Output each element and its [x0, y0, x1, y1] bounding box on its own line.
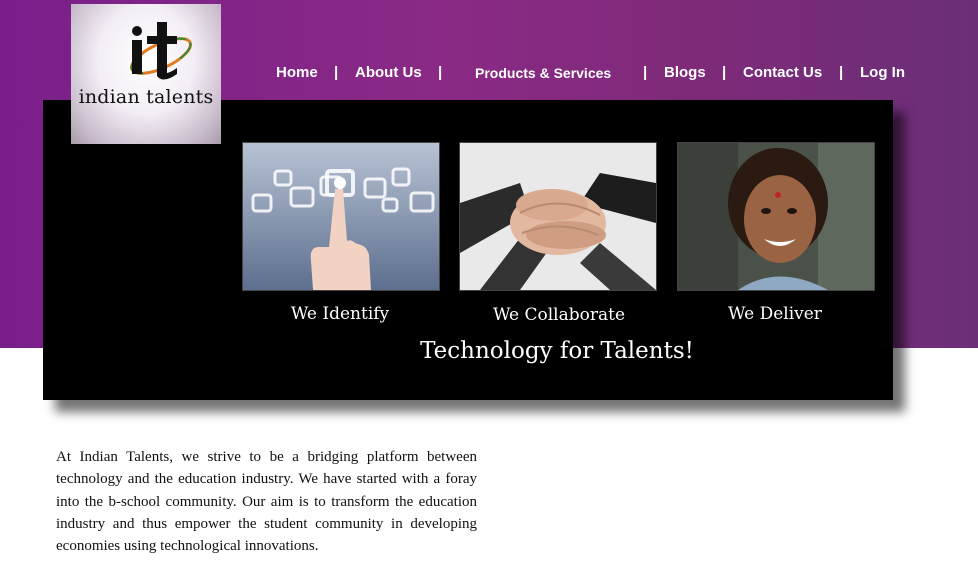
- nav-separator: |: [334, 64, 339, 81]
- caption-we-identify: We Identify: [290, 304, 390, 324]
- caption-we-deliver: We Deliver: [728, 304, 822, 324]
- smiling-girl-image: [677, 142, 875, 291]
- logo-text: indian talents: [78, 86, 214, 108]
- nav-home[interactable]: Home: [276, 64, 318, 81]
- nav-contact-us[interactable]: Contact Us: [743, 64, 822, 81]
- nav-blogs[interactable]: Blogs: [664, 64, 706, 81]
- nav-separator: |: [722, 64, 727, 81]
- nav-about-us[interactable]: About Us: [355, 64, 422, 81]
- caption-we-collaborate: We Collaborate: [492, 305, 626, 325]
- nav-log-in[interactable]: Log In: [860, 64, 905, 81]
- main-nav: Home | About Us | Products & Services | …: [0, 64, 978, 86]
- banner-tagline: Technology for Talents!: [420, 338, 694, 364]
- nav-separator: |: [643, 64, 648, 81]
- nav-separator: |: [839, 64, 844, 81]
- nav-separator: |: [438, 64, 443, 81]
- intro-paragraph: At Indian Talents, we strive to be a bri…: [56, 449, 477, 555]
- team-hands-image: [459, 142, 657, 291]
- hero-banner: We Identify We Collaborate We Deliver Te…: [43, 100, 893, 400]
- touchscreen-hand-image: [242, 142, 440, 291]
- nav-products-services[interactable]: Products & Services: [475, 65, 611, 81]
